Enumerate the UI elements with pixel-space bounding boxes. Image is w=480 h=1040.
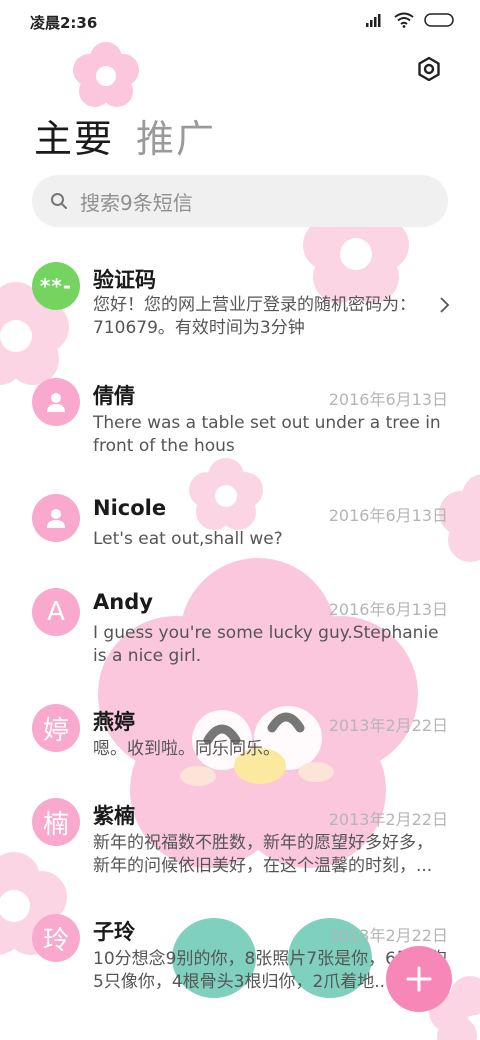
status-icons xyxy=(366,12,454,28)
avatar: 楠 xyxy=(32,798,80,846)
status-bar: 凌晨2:36 xyxy=(0,0,480,42)
message-preview: There was a table set out under a tree i… xyxy=(93,413,441,456)
message-date: 2016年6月13日 xyxy=(328,390,448,409)
message-preview: 嗯。收到啦。同乐同乐。 xyxy=(93,739,280,759)
message-date: 2013年2月22日 xyxy=(328,926,448,945)
message-row[interactable]: A Andy 2016年6月13日 I guess you're some lu… xyxy=(0,588,480,678)
sender-name: 验证码 xyxy=(93,268,156,292)
status-time: 凌晨2:36 xyxy=(30,14,98,32)
wifi-icon xyxy=(394,12,414,28)
person-icon xyxy=(47,509,65,528)
message-preview: 新年的祝福数不胜数，新年的愿望好多好多，新年的问候依旧美好，在这个温馨的时刻，.… xyxy=(93,833,433,876)
sender-name: Nicole xyxy=(93,496,167,520)
message-row[interactable]: **- 验证码 您好！您的网上营业厅登录的随机密码为：710679。有效时间为3… xyxy=(0,254,480,354)
sender-name: 倩倩 xyxy=(93,384,135,408)
avatar: 玲 xyxy=(32,914,80,962)
plus-icon xyxy=(406,966,432,992)
search-icon xyxy=(51,193,67,209)
sender-name: 子玲 xyxy=(93,920,135,944)
signal-icon xyxy=(366,14,381,27)
sender-name: 燕婷 xyxy=(93,710,135,734)
avatar xyxy=(32,494,80,542)
avatar: 婷 xyxy=(32,704,80,752)
message-row[interactable]: Nicole 2016年6月13日 Let's eat out,shall we… xyxy=(0,494,480,564)
battery-icon xyxy=(424,13,454,27)
message-row[interactable]: 倩倩 2016年6月13日 There was a table set out … xyxy=(0,378,480,468)
message-row[interactable]: 婷 燕婷 2013年2月22日 嗯。收到啦。同乐同乐。 xyxy=(0,704,480,774)
compose-button[interactable] xyxy=(386,946,452,1012)
message-preview: I guess you're some lucky guy.Stephanie … xyxy=(93,623,439,666)
settings-gear-icon[interactable] xyxy=(414,54,444,84)
message-date: 2013年2月22日 xyxy=(328,716,448,735)
message-date: 2016年6月13日 xyxy=(328,506,448,525)
message-date: 2016年6月13日 xyxy=(328,600,448,619)
chevron-right-icon[interactable] xyxy=(438,296,450,314)
message-row[interactable]: 楠 紫楠 2013年2月22日 新年的祝福数不胜数，新年的愿望好多好多，新年的问… xyxy=(0,798,480,888)
tab-primary[interactable]: 主要 xyxy=(34,108,114,163)
sender-name: Andy xyxy=(93,590,153,614)
search-placeholder: 搜索9条短信 xyxy=(80,190,193,215)
search-bar[interactable]: 搜索9条短信 xyxy=(32,175,448,227)
message-preview: 您好！您的网上营业厅登录的随机密码为：710679。有效时间为3分钟 xyxy=(93,295,416,338)
avatar: **- xyxy=(32,262,80,310)
avatar: A xyxy=(32,588,80,636)
avatar xyxy=(32,378,80,426)
message-date: 2013年2月22日 xyxy=(328,810,448,829)
message-preview: Let's eat out,shall we? xyxy=(93,529,283,549)
person-icon xyxy=(47,393,65,412)
tab-promotions[interactable]: 推广 xyxy=(136,108,216,163)
tab-bar: 主要 推广 xyxy=(34,108,216,163)
sender-name: 紫楠 xyxy=(93,804,135,828)
